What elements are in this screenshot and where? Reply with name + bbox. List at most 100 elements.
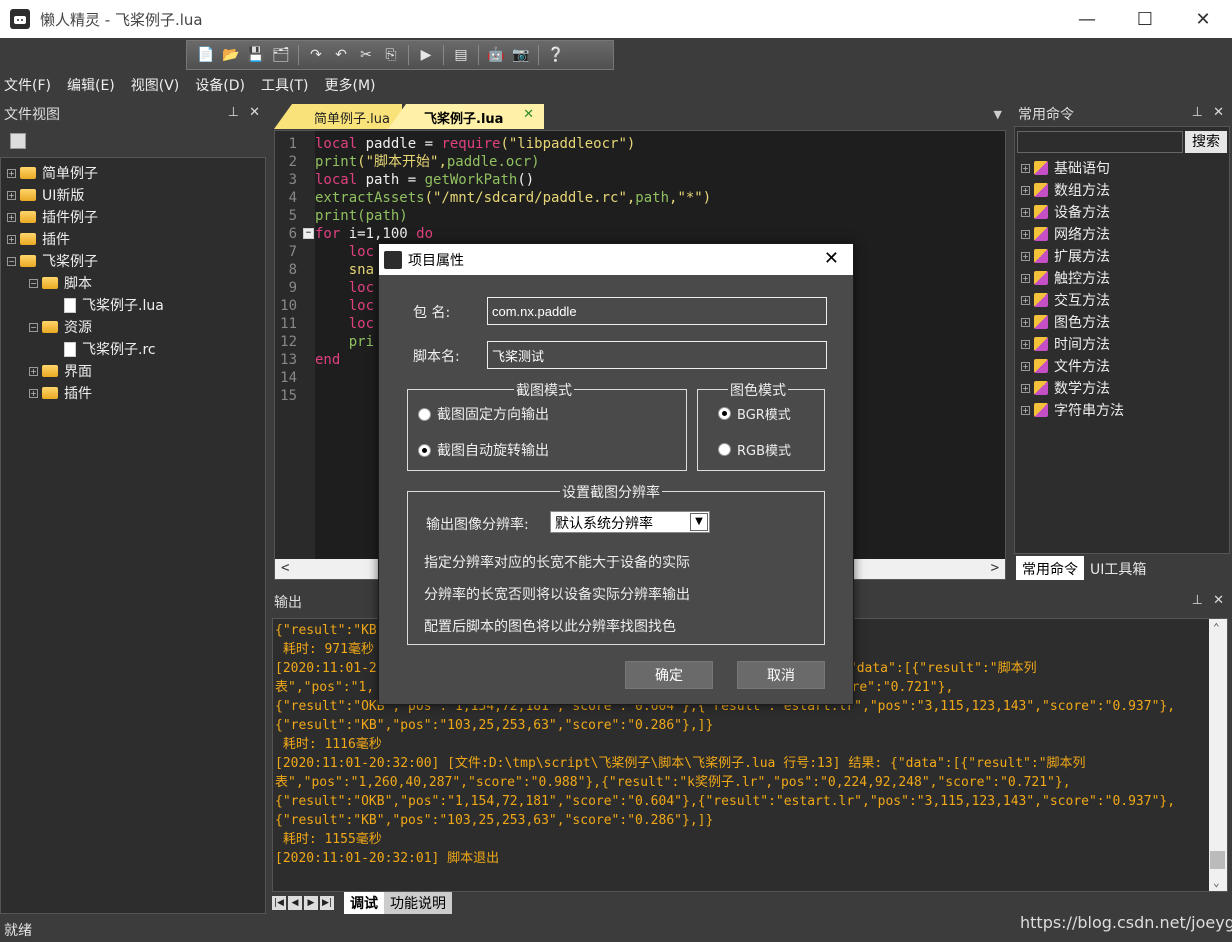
expand-toggle-icon[interactable]: +	[1021, 207, 1030, 217]
command-category[interactable]: + 基础语句	[1021, 157, 1110, 179]
cut-icon[interactable]: ✂	[355, 44, 377, 66]
command-category[interactable]: + 扩展方法	[1021, 245, 1110, 267]
tab-ui-toolbox[interactable]: UI工具箱	[1084, 556, 1152, 580]
tree-item[interactable]: + 插件例子	[7, 206, 98, 228]
tree-view-icon[interactable]	[10, 133, 26, 149]
close-panel-icon[interactable]: ✕	[1213, 593, 1224, 608]
save-icon[interactable]: 💾	[245, 44, 267, 66]
expand-toggle-icon[interactable]: +	[1021, 339, 1030, 349]
camera-icon[interactable]: 📷	[510, 44, 532, 66]
prev-tab-icon[interactable]: ◀	[288, 896, 302, 910]
command-category[interactable]: + 交互方法	[1021, 289, 1110, 311]
tree-item[interactable]: 飞桨例子.rc	[51, 338, 156, 360]
tab-function-help[interactable]: 功能说明	[384, 892, 452, 914]
dialog-close-icon[interactable]: ✕	[824, 248, 839, 269]
command-category[interactable]: + 设备方法	[1021, 201, 1110, 223]
expand-toggle-icon[interactable]: +	[1021, 317, 1030, 327]
copy-icon[interactable]: ⎘	[380, 44, 402, 66]
tree-item[interactable]: − 飞桨例子	[7, 250, 98, 272]
pin-icon[interactable]: ⊥	[228, 105, 239, 120]
tab-common-commands[interactable]: 常用命令	[1016, 556, 1084, 580]
tab-debug[interactable]: 调试	[344, 892, 384, 914]
open-folder-icon[interactable]: 📂	[220, 44, 242, 66]
command-category[interactable]: + 文件方法	[1021, 355, 1110, 377]
expand-toggle-icon[interactable]: +	[7, 234, 16, 244]
capture-rotate-radio[interactable]: 截图自动旋转输出	[418, 440, 549, 460]
command-category[interactable]: + 数组方法	[1021, 179, 1110, 201]
undo-icon[interactable]: ↶	[330, 44, 352, 66]
menu-file[interactable]: 文件(F)	[4, 75, 51, 95]
expand-toggle-icon[interactable]: +	[29, 388, 38, 398]
new-file-icon[interactable]: 📄	[195, 44, 217, 66]
menu-more[interactable]: 更多(M)	[324, 75, 375, 95]
vertical-scrollbar[interactable]: ⌃ ⌄	[1209, 619, 1227, 891]
fold-toggle-icon[interactable]: −	[303, 228, 314, 239]
ok-button[interactable]: 确定	[625, 661, 713, 689]
commands-bottom-tabs: 常用命令 UI工具箱	[1016, 556, 1230, 580]
expand-toggle-icon[interactable]: +	[7, 212, 16, 222]
tab-simple-example[interactable]: 简单例子.lua	[274, 104, 402, 129]
expand-toggle-icon[interactable]: +	[29, 366, 38, 376]
script-name-input[interactable]	[487, 341, 827, 369]
first-tab-icon[interactable]: |◀	[272, 896, 286, 910]
command-category[interactable]: + 图色方法	[1021, 311, 1110, 333]
search-button[interactable]: 搜索	[1185, 131, 1227, 153]
expand-toggle-icon[interactable]: +	[1021, 163, 1030, 173]
tree-item[interactable]: 飞桨例子.lua	[51, 294, 164, 316]
minimize-button[interactable]: —	[1058, 0, 1116, 38]
resolution-select[interactable]: 默认系统分辨率 ▼	[550, 511, 710, 533]
tab-paddle-example[interactable]: 飞桨例子.lua ✕	[388, 104, 544, 129]
panel-icon[interactable]: ▤	[450, 44, 472, 66]
expand-toggle-icon[interactable]: +	[1021, 185, 1030, 195]
command-category[interactable]: + 字符串方法	[1021, 399, 1124, 421]
bgr-mode-radio[interactable]: BGR模式	[718, 404, 791, 423]
tree-item[interactable]: + 简单例子	[7, 162, 98, 184]
expand-toggle-icon[interactable]: +	[1021, 383, 1030, 393]
command-category[interactable]: + 触控方法	[1021, 267, 1110, 289]
command-category[interactable]: + 数学方法	[1021, 377, 1110, 399]
expand-toggle-icon[interactable]: +	[1021, 295, 1030, 305]
command-search-input[interactable]	[1017, 131, 1183, 153]
pin-icon[interactable]: ⊥	[1192, 105, 1203, 120]
tree-item[interactable]: − 脚本	[29, 272, 92, 294]
maximize-button[interactable]: ☐	[1116, 0, 1174, 38]
package-name-input[interactable]	[487, 297, 827, 325]
last-tab-icon[interactable]: ▶|	[320, 896, 334, 910]
close-panel-icon[interactable]: ✕	[249, 105, 260, 120]
command-category[interactable]: + 网络方法	[1021, 223, 1110, 245]
expand-toggle-icon[interactable]: +	[1021, 251, 1030, 261]
tree-item[interactable]: + 插件	[29, 382, 92, 404]
expand-toggle-icon[interactable]: −	[29, 322, 38, 332]
run-icon[interactable]: ▶	[415, 44, 437, 66]
tree-item[interactable]: + 界面	[29, 360, 92, 382]
expand-toggle-icon[interactable]: −	[29, 278, 38, 288]
tree-item[interactable]: − 资源	[29, 316, 92, 338]
tree-item[interactable]: + UI新版	[7, 184, 84, 206]
menu-tools[interactable]: 工具(T)	[261, 75, 308, 95]
tab-dropdown-icon[interactable]: ▼	[994, 108, 1002, 121]
redo-icon[interactable]: ↷	[305, 44, 327, 66]
capture-fixed-radio[interactable]: 截图固定方向输出	[418, 404, 549, 424]
tree-item[interactable]: + 插件	[7, 228, 70, 250]
menu-edit[interactable]: 编辑(E)	[67, 75, 115, 95]
expand-toggle-icon[interactable]: +	[1021, 361, 1030, 371]
save-all-icon[interactable]: 🗂	[270, 44, 292, 66]
close-panel-icon[interactable]: ✕	[1213, 105, 1224, 120]
expand-toggle-icon[interactable]: −	[7, 256, 16, 266]
next-tab-icon[interactable]: ▶	[304, 896, 318, 910]
close-tab-icon[interactable]: ✕	[523, 107, 534, 122]
command-category[interactable]: + 时间方法	[1021, 333, 1110, 355]
menu-view[interactable]: 视图(V)	[131, 75, 180, 95]
cancel-button[interactable]: 取消	[737, 661, 825, 689]
expand-toggle-icon[interactable]: +	[1021, 405, 1030, 415]
rgb-mode-radio[interactable]: RGB模式	[718, 440, 791, 459]
menu-device[interactable]: 设备(D)	[195, 75, 245, 95]
device-icon[interactable]: 🤖	[485, 44, 507, 66]
help-icon[interactable]: ❔	[545, 44, 567, 66]
expand-toggle-icon[interactable]: +	[1021, 273, 1030, 283]
close-button[interactable]: ✕	[1174, 0, 1232, 38]
expand-toggle-icon[interactable]: +	[7, 168, 16, 178]
pin-icon[interactable]: ⊥	[1192, 593, 1203, 608]
expand-toggle-icon[interactable]: +	[1021, 229, 1030, 239]
expand-toggle-icon[interactable]: +	[7, 190, 16, 200]
